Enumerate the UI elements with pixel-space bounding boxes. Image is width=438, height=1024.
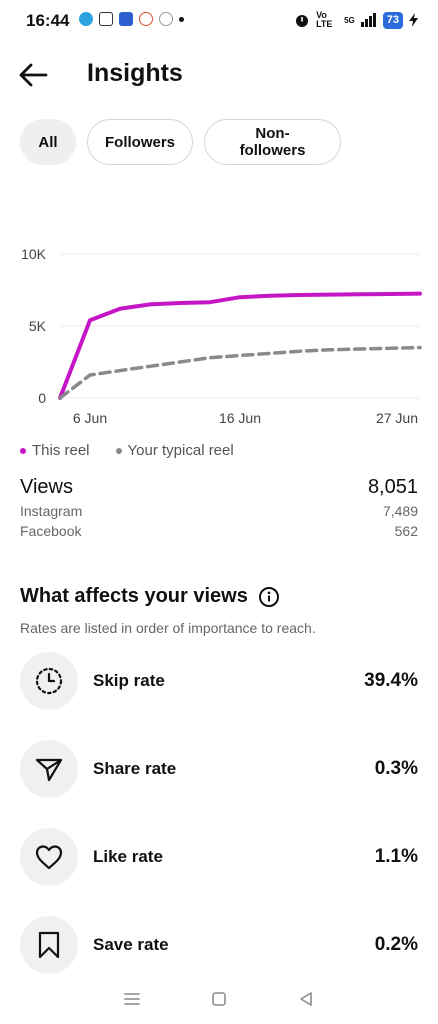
like-rate-value: 1.1% (374, 846, 418, 867)
battery-indicator: 73 (382, 11, 403, 29)
clock-app-icon (159, 12, 173, 26)
app-icon (119, 12, 133, 26)
share-rate-value: 0.3% (374, 758, 418, 779)
chart-y-ticks: 10K 5K 0 (21, 246, 47, 406)
series-line-typical-reel (58, 345, 422, 400)
views-row-facebook: Facebook 562 (20, 523, 418, 539)
page-title: Insights (87, 59, 183, 87)
views-row-instagram: Instagram 7,489 (20, 503, 418, 519)
back-triangle-icon[interactable] (295, 988, 317, 1010)
menu-icon[interactable] (121, 988, 143, 1010)
save-rate-value: 0.2% (374, 934, 418, 955)
filter-non-followers[interactable]: Non-followers (204, 119, 341, 165)
network-label: Vo LTE (316, 10, 333, 29)
x-tick-label: 6 Jun (73, 410, 107, 426)
instagram-value: 7,489 (382, 503, 418, 519)
calendar-icon (99, 12, 113, 26)
save-rate-label: Save rate (93, 935, 169, 954)
share-arrow-icon (20, 740, 78, 798)
filter-followers[interactable]: Followers (87, 119, 193, 165)
audience-filters: All Followers Non-followers (20, 119, 341, 165)
signal-bars-icon (360, 13, 376, 27)
y-tick-label: 5K (29, 318, 47, 334)
home-square-icon[interactable] (208, 988, 230, 1010)
legend-dot-typical-reel (115, 447, 122, 454)
y-tick-label: 0 (38, 390, 46, 406)
telegram-icon (79, 12, 93, 26)
y-tick-label: 10K (21, 246, 47, 262)
x-tick-label: 27 Jun (376, 410, 418, 426)
views-total: 8,051 (367, 476, 418, 498)
info-icon[interactable] (258, 586, 280, 608)
more-notifications-dot (179, 16, 184, 22)
status-right: Vo LTE 5G 73 (294, 11, 418, 29)
like-rate-label: Like rate (93, 847, 163, 866)
skip-rate-value: 39.4% (364, 670, 418, 691)
metric-save-rate[interactable]: Save rate 0.2% (20, 916, 418, 974)
views-summary: Views 8,051 Instagram 7,489 Facebook 562 (20, 476, 418, 539)
chart-legend: This reel Your typical reel (20, 442, 234, 459)
chart-lines (58, 291, 422, 400)
bookmark-icon (20, 916, 78, 974)
legend-dot-this-reel (20, 447, 26, 454)
x-tick-label: 16 Jun (219, 410, 261, 426)
legend-typical-reel: Your typical reel (115, 442, 234, 459)
chart-x-ticks: 6 Jun 16 Jun 27 Jun (73, 410, 418, 426)
series-line-this-reel (58, 291, 422, 400)
chart-grid (60, 253, 420, 399)
heart-icon (20, 828, 78, 886)
food-app-icon (139, 12, 153, 26)
share-rate-label: Share rate (93, 759, 177, 778)
metric-share-rate[interactable]: Share rate 0.3% (20, 740, 418, 798)
signal-label: 5G (344, 15, 355, 25)
legend-label-this-reel: This reel (32, 442, 90, 459)
metric-skip-rate[interactable]: Skip rate 39.4% (20, 652, 418, 710)
charging-icon (409, 13, 418, 27)
skip-timer-icon (20, 652, 78, 710)
skip-rate-label: Skip rate (93, 671, 165, 690)
instagram-label: Instagram (20, 503, 83, 519)
metric-like-rate[interactable]: Like rate 1.1% (20, 828, 418, 886)
views-chart: 10K 5K 0 6 Jun 16 Jun 27 Jun (21, 246, 422, 426)
back-arrow-icon[interactable] (16, 60, 50, 90)
facebook-label: Facebook (20, 523, 82, 539)
status-time: 16:44 (26, 11, 70, 30)
legend-label-typical-reel: Your typical reel (127, 442, 234, 459)
legend-this-reel: This reel (20, 442, 90, 459)
system-nav-bar (0, 974, 438, 1024)
facebook-value: 562 (394, 523, 418, 539)
header: Insights (0, 48, 438, 104)
views-label: Views (20, 476, 73, 498)
status-bar: 16:44 Vo LTE 5G 73 (0, 0, 438, 44)
affects-section-title: What affects your views (20, 585, 280, 608)
affects-subtitle: Rates are listed in order of importance … (20, 620, 316, 636)
notification-icons (79, 12, 184, 26)
alarm-icon (296, 15, 309, 27)
filter-all[interactable]: All (20, 119, 76, 165)
affects-title: What affects your views (20, 585, 248, 607)
